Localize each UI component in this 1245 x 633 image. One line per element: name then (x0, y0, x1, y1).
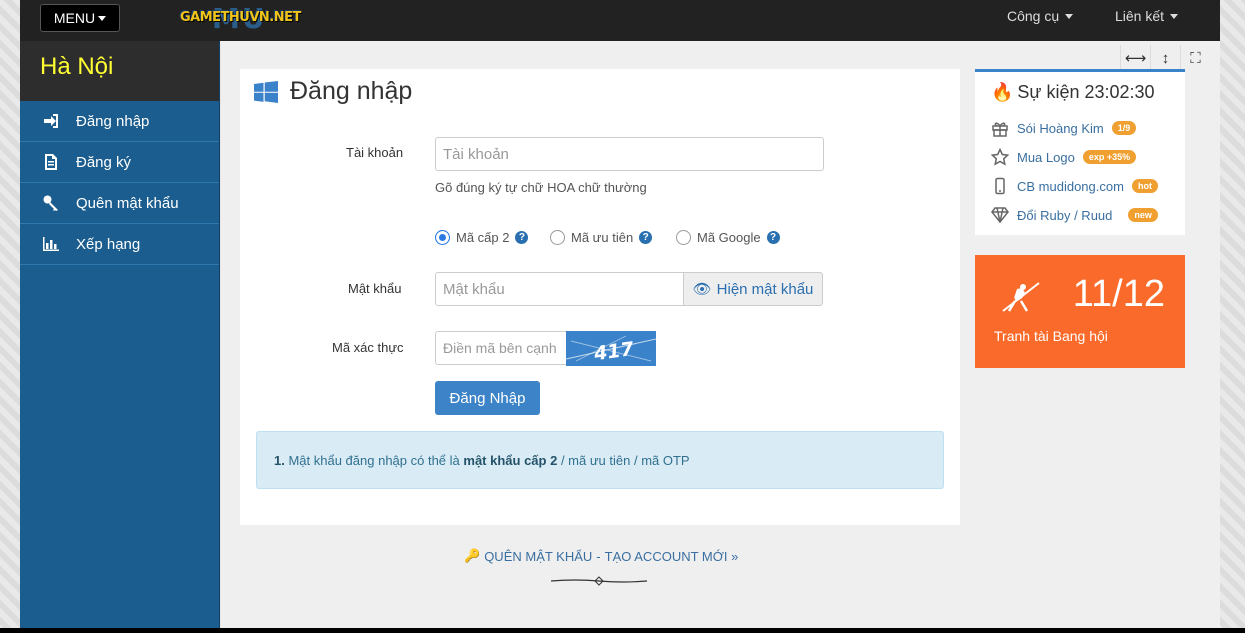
sidebar-item-register[interactable]: Đăng ký (20, 142, 219, 183)
create-account-link[interactable]: TẠO ACCOUNT MỚI » (605, 549, 739, 564)
sidebar-item-label: Quên mật khẩu (76, 194, 179, 212)
key-icon: 🔑 (464, 548, 481, 563)
radio-level2-code[interactable]: Mã cấp 2 ? (435, 230, 529, 245)
events-panel: 🔥 Sự kiện 23:02:30 Sói Hoàng Kim 1/9 Mua… (975, 69, 1185, 235)
account-input[interactable] (435, 137, 824, 171)
event-item[interactable]: Mua Logo exp +35% (991, 148, 1137, 166)
help-circle-icon[interactable]: ? (515, 231, 529, 244)
event-item[interactable]: Đổi Ruby / Ruud new (991, 206, 1158, 224)
event-badge: new (1128, 208, 1158, 222)
radio-button-checked[interactable] (435, 230, 450, 245)
help-circle-icon[interactable]: ? (766, 231, 780, 244)
tournament-date: 11/12 (1072, 273, 1165, 315)
password-input[interactable] (435, 272, 684, 306)
link-separator: - (596, 548, 601, 564)
event-item[interactable]: CB mudidong.com hot (991, 177, 1158, 195)
login-submit-button[interactable]: Đăng Nhập (435, 381, 540, 415)
events-title-text: Sự kiện 23:02:30 (1017, 82, 1155, 102)
nav-links-label: Liên kết (1115, 8, 1165, 24)
mobile-icon (995, 177, 1005, 195)
layout-tools: ⟷ ↕ ⛶ (1120, 45, 1210, 71)
account-label: Tài khoản (346, 145, 404, 160)
login-panel: Đăng nhập Tài khoản Gõ đúng ký tự chữ HO… (240, 69, 960, 525)
server-name: Hà Nội (20, 41, 219, 101)
logo-text: GAMETHUVN.NET (180, 10, 301, 25)
bar-chart-icon (43, 237, 59, 251)
event-label: Sói Hoàng Kim (1017, 120, 1104, 136)
key-icon (43, 195, 58, 211)
event-label: Đổi Ruby / Ruud (1017, 207, 1113, 223)
event-badge: hot (1131, 179, 1158, 193)
footer-links: 🔑 QUÊN MẬT KHẨU - TẠO ACCOUNT MỚI » (464, 548, 738, 564)
star-icon (991, 148, 1009, 166)
radio-button[interactable] (676, 230, 691, 245)
expand-horizontal-icon[interactable]: ⟷ (1120, 45, 1150, 71)
sidebar-item-label: Xếp hạng (76, 235, 141, 253)
page-background-right (1220, 0, 1245, 633)
menu-button[interactable]: MENU (40, 4, 120, 32)
file-icon (45, 154, 57, 170)
nav-tools-label: Công cụ (1007, 8, 1060, 24)
event-label: CB mudidong.com (1017, 178, 1124, 194)
notice-text-post: / mã ưu tiên / mã OTP (560, 452, 690, 468)
main-content: ⟷ ↕ ⛶ Đăng nhập Tài khoản Gõ đúng ký tự … (221, 41, 1220, 633)
events-title: 🔥 Sự kiện 23:02:30 (991, 82, 1155, 103)
radio-priority-code[interactable]: Mã ưu tiên ? (550, 230, 653, 245)
nav-tools-dropdown[interactable]: Công cụ (1007, 8, 1074, 24)
eye-icon: 👁 (692, 281, 712, 298)
event-badge: exp +35% (1082, 150, 1137, 164)
event-badge: 1/9 (1111, 121, 1137, 135)
help-circle-icon[interactable]: ? (639, 231, 653, 244)
info-notice: 1. Mật khẩu đăng nhập có thể là mật khẩu… (256, 431, 944, 489)
top-navbar: MENU MU GAMETHUVN.NET Công cụ Liên kết (20, 0, 1220, 41)
captcha-text: 417 (592, 338, 636, 366)
password-label: Mật khẩu (348, 281, 402, 296)
sidebar-item-ranking[interactable]: Xếp hạng (20, 224, 219, 265)
radio-label: Mã ưu tiên (571, 230, 634, 245)
bottom-taskbar (0, 628, 1245, 633)
sign-in-icon (44, 114, 58, 128)
forgot-password-link[interactable]: QUÊN MẬT KHẨU (484, 549, 592, 564)
notice-text-bold: mật khẩu cấp 2 (463, 452, 558, 468)
account-help-text: Gõ đúng ký tự chữ HOA chữ thường (435, 180, 647, 195)
sidebar-item-login[interactable]: Đăng nhập (20, 101, 219, 142)
sidebar-item-forgot-password[interactable]: Quên mật khẩu (20, 183, 219, 224)
expand-vertical-icon[interactable]: ↕ (1150, 45, 1180, 71)
radio-google-code[interactable]: Mã Google ? (676, 230, 780, 245)
notice-number: 1. (274, 452, 285, 468)
show-password-button[interactable]: 👁 Hiện mật khẩu (683, 272, 823, 306)
sidebar-item-label: Đăng ký (76, 153, 132, 171)
radio-button[interactable] (550, 230, 565, 245)
diamond-icon (991, 207, 1009, 224)
nav-links-dropdown[interactable]: Liên kết (1115, 8, 1179, 24)
captcha-image[interactable]: 417 (565, 331, 657, 366)
show-password-label: Hiện mật khẩu (716, 280, 814, 298)
windows-icon (254, 80, 278, 103)
caret-down-icon (98, 15, 107, 21)
tournament-label: Tranh tài Bang hội (994, 328, 1108, 344)
page-title: Đăng nhập (254, 77, 412, 106)
caret-down-icon (1065, 13, 1074, 19)
event-label: Mua Logo (1017, 149, 1075, 165)
warrior-icon (1002, 282, 1040, 312)
fire-icon: 🔥 (991, 82, 1014, 102)
page-title-text: Đăng nhập (290, 77, 413, 105)
sidebar-item-label: Đăng nhập (76, 112, 150, 130)
notice-text-pre: Mật khẩu đăng nhập có thể là (288, 452, 460, 468)
gift-icon (992, 122, 1008, 137)
captcha-label: Mã xác thực (332, 340, 404, 355)
guild-tournament-tile[interactable]: 11/12 Tranh tài Bang hội (975, 255, 1185, 368)
decorative-divider (551, 576, 647, 586)
radio-label: Mã Google (697, 230, 761, 245)
page-background-left (0, 0, 20, 633)
sidebar: Hà Nội Đăng nhập Đăng ký Quên mật khẩu X… (20, 41, 220, 633)
event-item[interactable]: Sói Hoàng Kim 1/9 (991, 119, 1137, 137)
radio-label: Mã cấp 2 (456, 230, 510, 245)
menu-label: MENU (53, 10, 96, 26)
caret-down-icon (1170, 13, 1179, 19)
fullscreen-icon[interactable]: ⛶ (1180, 45, 1210, 71)
site-logo[interactable]: MU GAMETHUVN.NET (180, 2, 301, 35)
captcha-input[interactable] (435, 331, 567, 365)
